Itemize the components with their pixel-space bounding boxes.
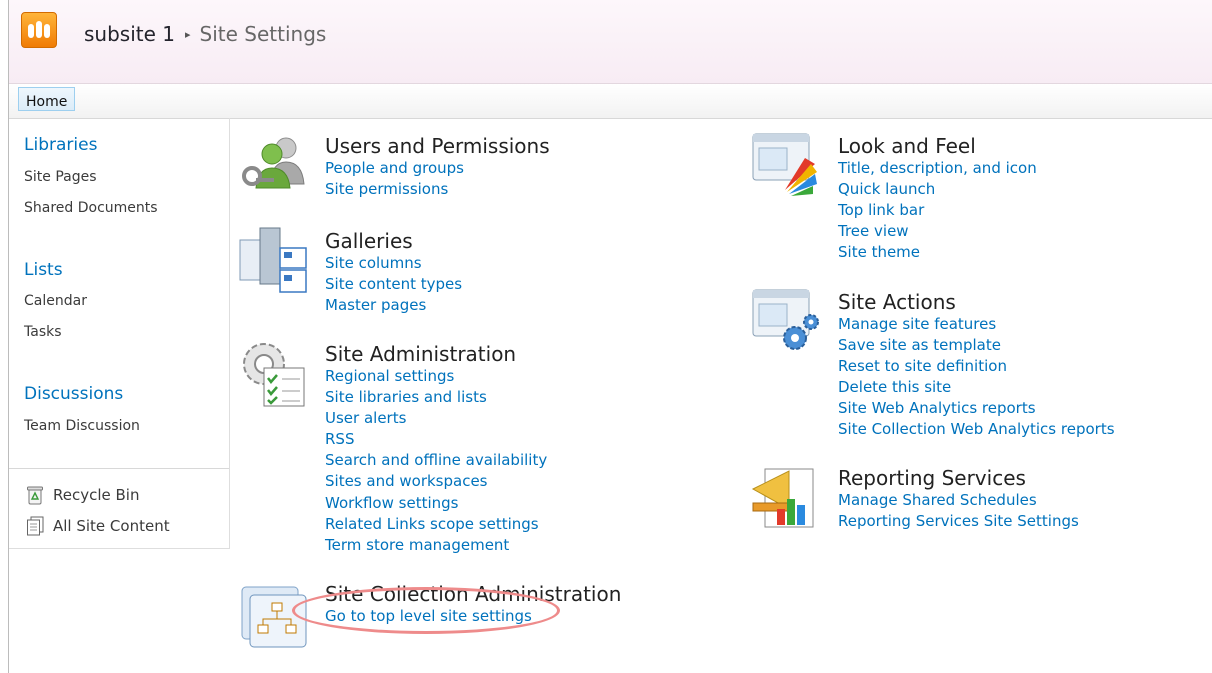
breadcrumb-separator-icon: ▸	[185, 28, 191, 41]
link-user-alerts[interactable]: User alerts	[325, 408, 547, 429]
link-site-columns[interactable]: Site columns	[325, 253, 462, 274]
link-top-link-bar[interactable]: Top link bar	[838, 200, 1037, 221]
recycle-bin-icon	[27, 486, 43, 505]
group-title-galleries: Galleries	[325, 229, 413, 253]
all-site-content-icon	[27, 516, 44, 536]
quick-launch-item-shared-documents[interactable]: Shared Documents	[24, 200, 158, 216]
quick-launch-heading-libraries[interactable]: Libraries	[24, 135, 97, 155]
top-link-bar: Home	[9, 84, 1212, 119]
link-manage-site-features[interactable]: Manage site features	[838, 314, 1115, 335]
site-administration-icon	[243, 343, 305, 407]
annotation-highlight-ellipse	[292, 587, 560, 634]
link-regional-settings[interactable]: Regional settings	[325, 366, 547, 387]
quick-launch-item-calendar[interactable]: Calendar	[24, 293, 87, 309]
galleries-icon	[239, 227, 307, 293]
link-site-collection-web-analytics-reports[interactable]: Site Collection Web Analytics reports	[838, 419, 1115, 440]
link-tree-view[interactable]: Tree view	[838, 221, 1037, 242]
quick-launch-heading-discussions[interactable]: Discussions	[24, 384, 123, 404]
link-reset-to-site-definition[interactable]: Reset to site definition	[838, 356, 1115, 377]
title-bar: subsite 1 ▸ Site Settings	[9, 0, 1212, 84]
group-links-galleries: Site columns Site content types Master p…	[325, 253, 462, 316]
link-site-permissions[interactable]: Site permissions	[325, 179, 464, 200]
all-site-content-link[interactable]: All Site Content	[26, 516, 170, 536]
link-term-store-management[interactable]: Term store management	[325, 535, 547, 556]
page-title: Site Settings	[199, 22, 327, 46]
link-master-pages[interactable]: Master pages	[325, 295, 462, 316]
link-site-libraries-and-lists[interactable]: Site libraries and lists	[325, 387, 547, 408]
link-save-site-as-template[interactable]: Save site as template	[838, 335, 1115, 356]
link-quick-launch[interactable]: Quick launch	[838, 179, 1037, 200]
quick-launch-item-team-discussion[interactable]: Team Discussion	[24, 418, 140, 434]
recycle-bin-link[interactable]: Recycle Bin	[26, 485, 139, 505]
all-site-content-label: All Site Content	[53, 517, 170, 535]
group-title-look-and-feel: Look and Feel	[838, 134, 976, 158]
link-manage-shared-schedules[interactable]: Manage Shared Schedules	[838, 490, 1079, 511]
group-links-site-administration: Regional settings Site libraries and lis…	[325, 366, 547, 556]
quick-launch-divider	[9, 468, 229, 469]
link-site-web-analytics-reports[interactable]: Site Web Analytics reports	[838, 398, 1115, 419]
quick-launch-item-site-pages[interactable]: Site Pages	[24, 169, 97, 185]
breadcrumb-site-link[interactable]: subsite 1	[84, 22, 175, 46]
link-title-description-icon[interactable]: Title, description, and icon	[838, 158, 1037, 179]
tab-home[interactable]: Home	[18, 87, 76, 111]
link-site-theme[interactable]: Site theme	[838, 242, 1037, 263]
link-delete-this-site[interactable]: Delete this site	[838, 377, 1115, 398]
link-people-and-groups[interactable]: People and groups	[325, 158, 464, 179]
site-logo[interactable]	[21, 12, 57, 48]
group-links-site-actions: Manage site features Save site as templa…	[838, 314, 1115, 441]
link-search-and-offline-availability[interactable]: Search and offline availability	[325, 450, 547, 471]
group-links-reporting-services: Manage Shared Schedules Reporting Servic…	[838, 490, 1079, 532]
quick-launch-item-tasks[interactable]: Tasks	[24, 324, 62, 340]
link-workflow-settings[interactable]: Workflow settings	[325, 493, 547, 514]
site-actions-icon	[752, 289, 819, 350]
group-title-site-actions: Site Actions	[838, 290, 956, 314]
link-rss[interactable]: RSS	[325, 429, 547, 450]
recycle-bin-label: Recycle Bin	[53, 486, 140, 504]
group-title-site-administration: Site Administration	[325, 342, 517, 366]
group-title-reporting-services: Reporting Services	[838, 466, 1026, 490]
link-sites-and-workspaces[interactable]: Sites and workspaces	[325, 471, 547, 492]
group-links-look-and-feel: Title, description, and icon Quick launc…	[838, 158, 1037, 263]
quick-launch-heading-lists[interactable]: Lists	[24, 260, 63, 280]
quick-launch: Libraries Site Pages Shared Documents Li…	[9, 118, 230, 549]
users-permissions-icon	[242, 137, 305, 189]
look-and-feel-icon	[752, 133, 817, 196]
link-site-content-types[interactable]: Site content types	[325, 274, 462, 295]
link-reporting-services-site-settings[interactable]: Reporting Services Site Settings	[838, 511, 1079, 532]
group-title-users-permissions: Users and Permissions	[325, 134, 550, 158]
breadcrumb: subsite 1 ▸ Site Settings	[84, 22, 326, 46]
group-links-users-permissions: People and groups Site permissions	[325, 158, 464, 200]
reporting-services-icon	[751, 468, 814, 528]
link-related-links-scope-settings[interactable]: Related Links scope settings	[325, 514, 547, 535]
